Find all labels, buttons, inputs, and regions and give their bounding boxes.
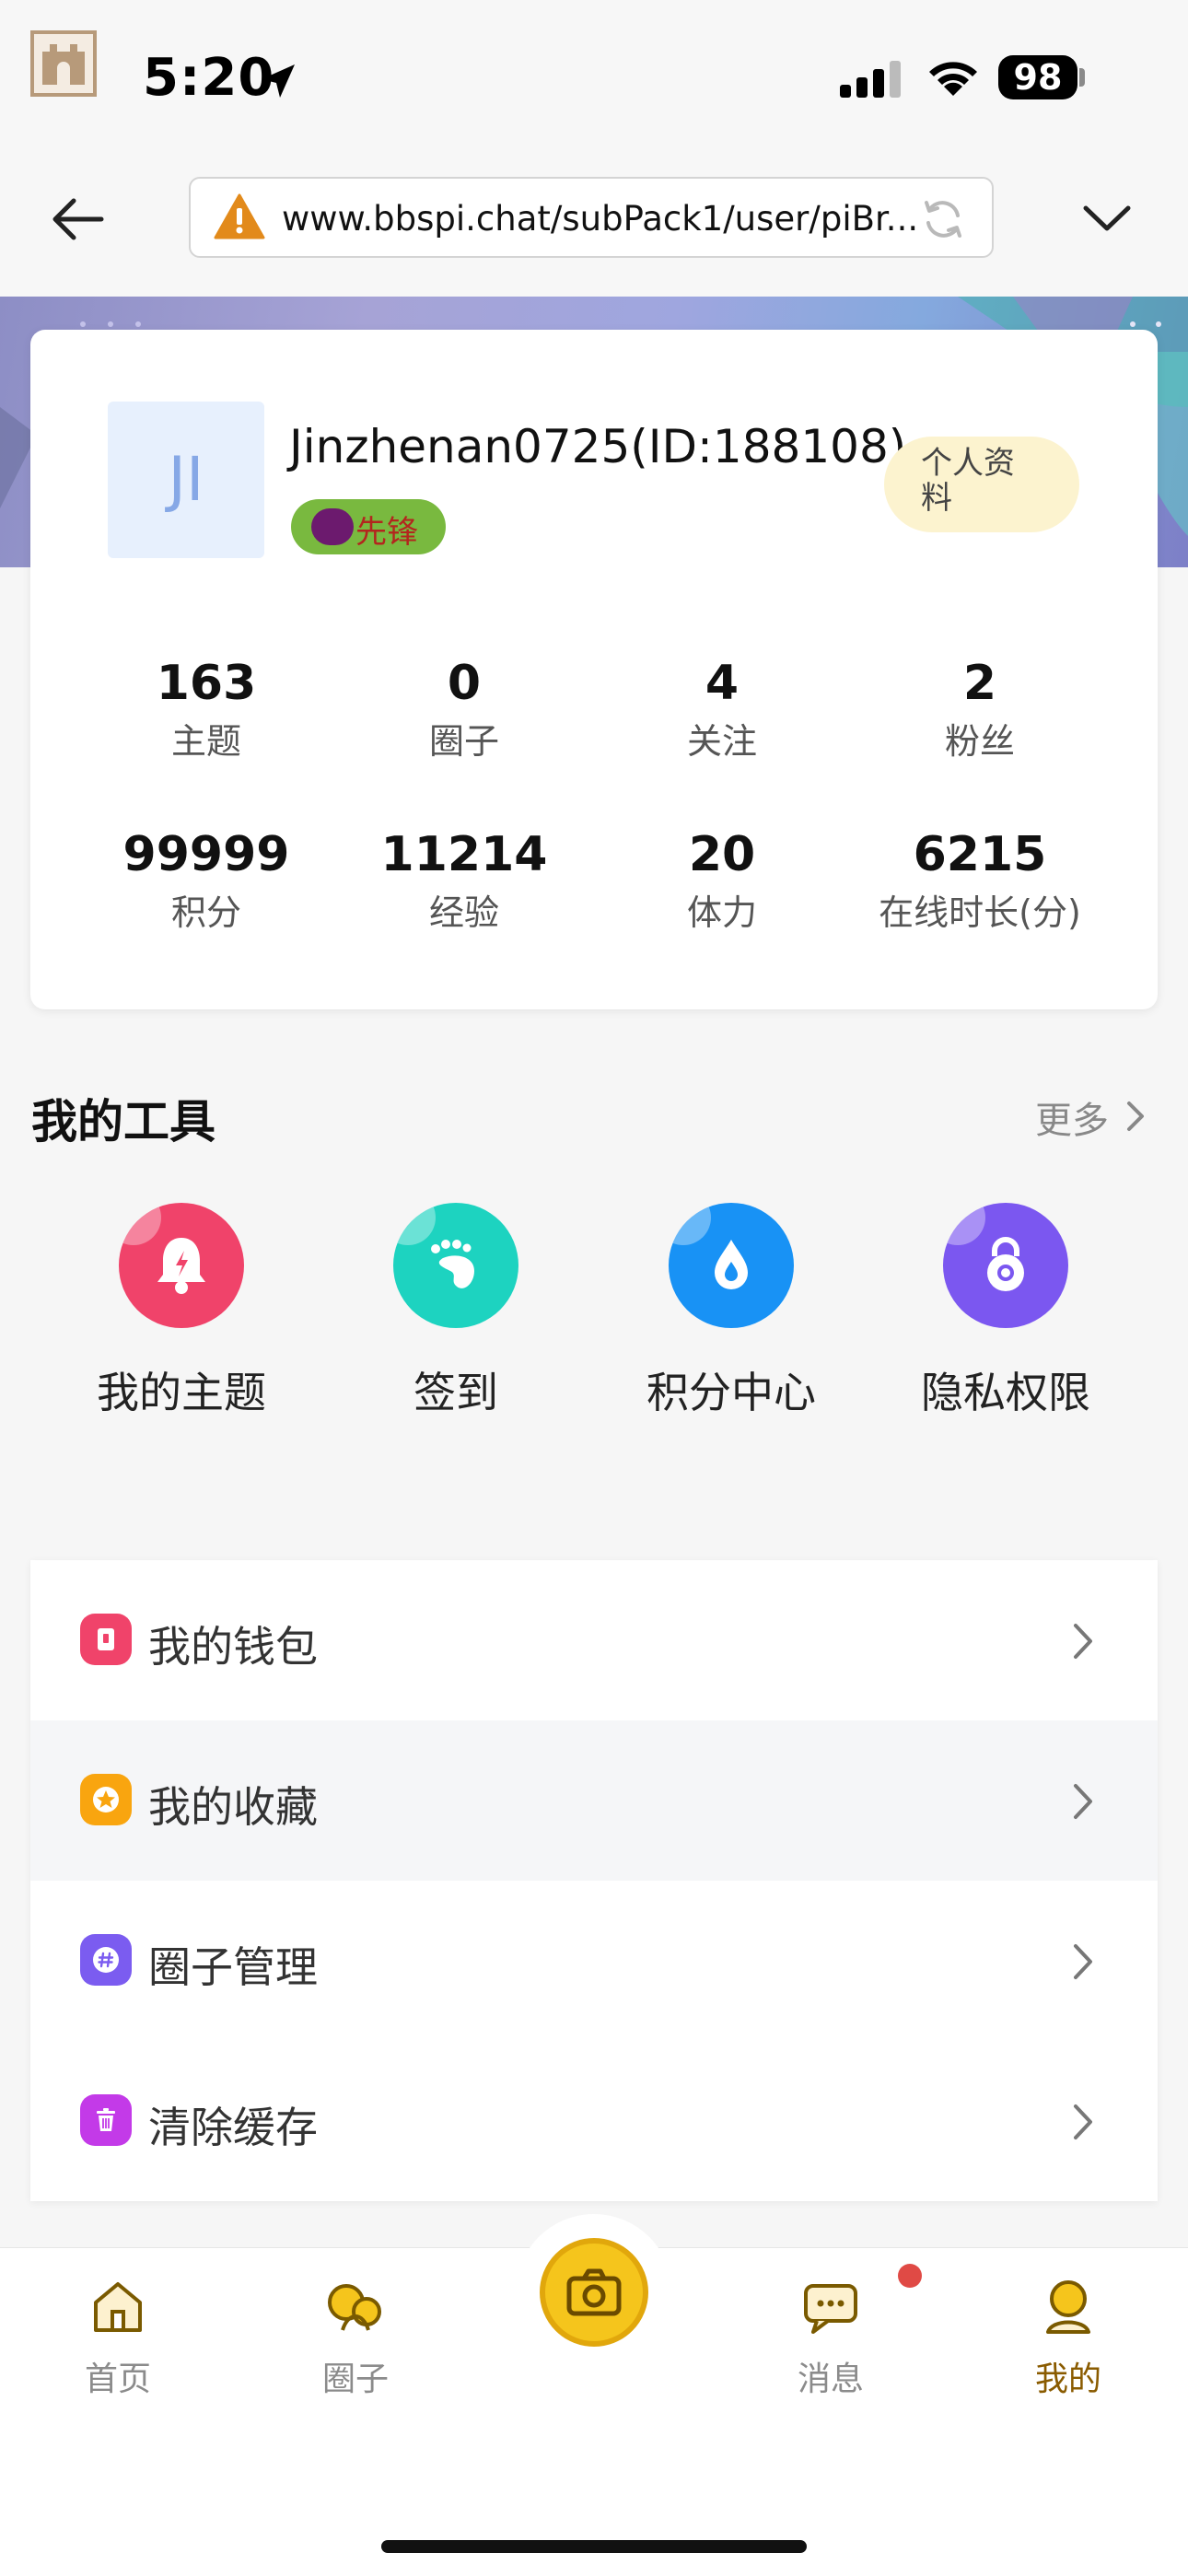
menu-item-label: 圈子管理 (148, 1942, 318, 1992)
stat-online-time: 6215 在线时长(分) (860, 827, 1100, 936)
tab-home[interactable]: 首页 (44, 2275, 192, 2400)
bell-icon (119, 1203, 244, 1328)
home-icon (94, 2282, 142, 2332)
chevron-right-icon (1074, 1784, 1092, 1819)
tool-label: 隐私权限 (921, 1368, 1090, 1417)
location-arrow-icon (262, 64, 295, 98)
castle-logo-icon (30, 30, 97, 97)
lock-icon (943, 1203, 1068, 1328)
stat-points: 99999 积分 (105, 827, 308, 936)
stat-value: 99999 (122, 827, 290, 882)
user-icon (1046, 2280, 1090, 2334)
stat-label: 圈子 (428, 721, 499, 762)
tools-more-link[interactable]: 更多 (1035, 1090, 1109, 1144)
tool-label: 积分中心 (646, 1368, 816, 1417)
chevron-right-icon (1074, 1944, 1092, 1979)
star-icon (80, 1774, 132, 1825)
menu-item-label: 清除缓存 (148, 2103, 318, 2152)
stat-label: 经验 (428, 892, 499, 933)
stat-label: 在线时长(分) (879, 892, 1081, 933)
stat-label: 体力 (686, 892, 757, 933)
chevron-right-icon (1074, 2104, 1092, 2139)
warning-icon (214, 193, 265, 239)
tool-label: 我的主题 (97, 1368, 266, 1417)
hashtag-icon (80, 1934, 132, 1986)
tool-label: 签到 (413, 1368, 498, 1417)
username: Jinzhenan0725(ID:188108) (289, 420, 907, 473)
trash-icon (80, 2094, 132, 2146)
chevron-right-icon[interactable] (1125, 1100, 1146, 1133)
tab-messages[interactable]: 消息 (757, 2275, 904, 2400)
menu-item-label: 我的收藏 (148, 1782, 318, 1832)
stat-circles[interactable]: 0 圈子 (363, 656, 565, 764)
tab-circles[interactable]: 圈子 (282, 2275, 429, 2400)
cellular-signal-icon (840, 61, 901, 98)
rank-badge-label: 先锋 (355, 514, 418, 551)
stat-following[interactable]: 4 关注 (621, 656, 823, 764)
tool-my-topics[interactable]: 我的主题 (43, 1203, 320, 1420)
battery-indicator: 98 (998, 55, 1077, 99)
stat-experience: 11214 经验 (363, 827, 565, 936)
message-icon (804, 2284, 857, 2334)
tool-points-center[interactable]: 积分中心 (593, 1203, 869, 1420)
chevron-right-icon (1074, 1624, 1092, 1659)
wallet-icon (80, 1614, 132, 1665)
tab-label: 圈子 (321, 2360, 389, 2398)
badge-logo-icon (311, 508, 354, 545)
stat-topics[interactable]: 163 主题 (105, 656, 308, 764)
wifi-icon (929, 62, 977, 96)
tab-label: 我的 (1034, 2360, 1101, 2398)
menu-item-wallet[interactable]: 我的钱包 (30, 1560, 1158, 1720)
tool-privacy[interactable]: 隐私权限 (868, 1203, 1144, 1420)
menu-item-label: 我的钱包 (148, 1622, 318, 1672)
camera-icon (566, 2268, 622, 2316)
menu-item-circle-management[interactable]: 圈子管理 (30, 1881, 1158, 2041)
tab-label: 消息 (797, 2360, 864, 2398)
stat-value: 0 (447, 656, 482, 711)
battery-nub (1079, 68, 1085, 87)
url-text: www.bbspi.chat/subPack1/user/piBr... (282, 199, 919, 239)
stat-fans[interactable]: 2 粉丝 (879, 656, 1081, 764)
home-indicator (381, 2540, 807, 2553)
menu-item-clear-cache[interactable]: 清除缓存 (30, 2041, 1158, 2201)
stat-value: 20 (688, 827, 756, 882)
drop-icon (669, 1203, 794, 1328)
tab-me[interactable]: 我的 (995, 2275, 1142, 2400)
menu-item-favorites[interactable]: 我的收藏 (30, 1720, 1158, 1881)
tools-section-title: 我的工具 (31, 1095, 215, 1148)
stat-label: 关注 (686, 721, 757, 762)
unread-dot (898, 2264, 922, 2288)
stat-label: 积分 (170, 892, 241, 933)
stat-stamina: 20 体力 (621, 827, 823, 936)
stat-value: 163 (156, 656, 257, 711)
tool-check-in[interactable]: 签到 (318, 1203, 594, 1420)
stat-value: 2 (962, 656, 997, 711)
profile-info-button-label: 个人资料 (921, 445, 1015, 517)
footprint-icon (393, 1203, 518, 1328)
stat-label: 粉丝 (944, 721, 1015, 762)
tab-label: 首页 (84, 2360, 151, 2398)
chevron-down-icon[interactable] (1082, 201, 1132, 234)
circles-icon (328, 2284, 381, 2331)
stat-label: 主题 (170, 721, 241, 762)
back-arrow-icon[interactable] (46, 192, 111, 247)
stat-value: 6215 (913, 827, 1047, 882)
reload-icon[interactable] (919, 195, 967, 243)
stat-value: 4 (705, 656, 740, 711)
stat-value: 11214 (380, 827, 548, 882)
status-time: 5:20 (143, 48, 275, 108)
avatar[interactable]: JI (108, 402, 264, 558)
